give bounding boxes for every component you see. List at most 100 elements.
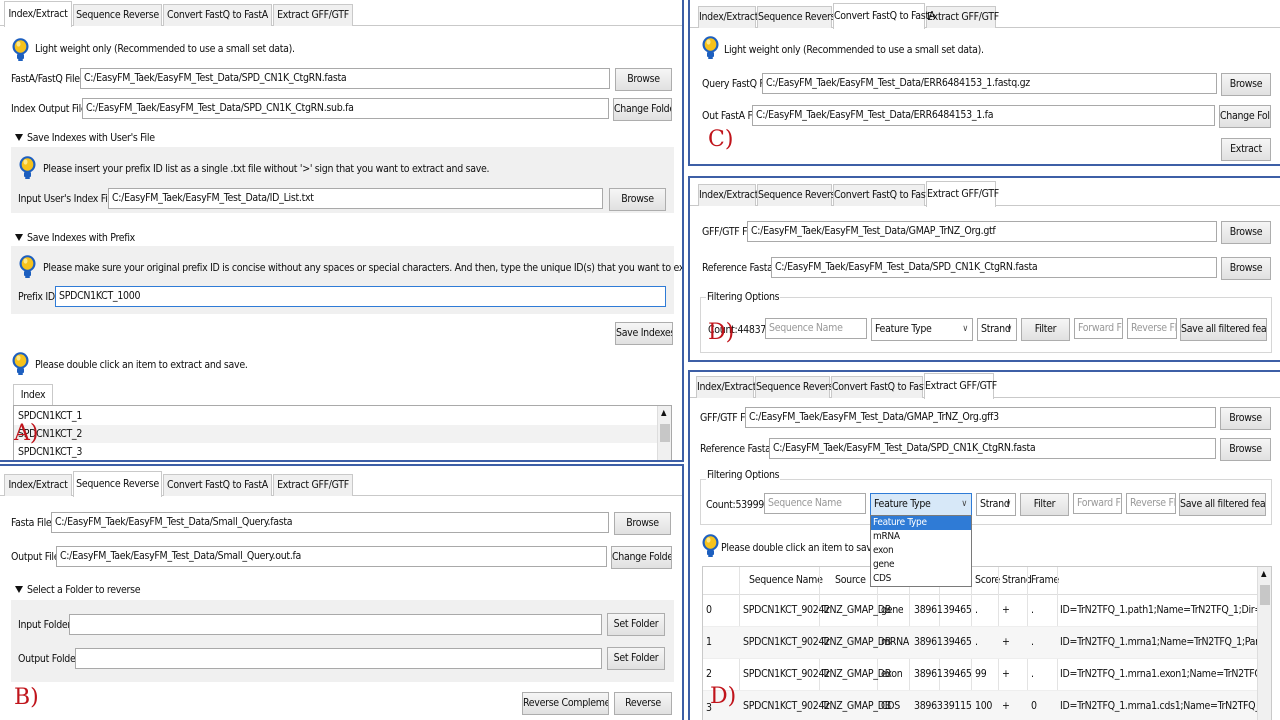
- list-item[interactable]: SPDCN1KCT_2: [14, 425, 657, 443]
- output-field[interactable]: C:/EasyFM_Taek/EasyFM_Test_Data/SPD_CN1K…: [82, 98, 609, 119]
- save-all-button[interactable]: Save all filtered features: [1179, 493, 1266, 516]
- column-header[interactable]: Score: [975, 574, 1000, 586]
- query-field[interactable]: C:/EasyFM_Taek/EasyFM_Test_Data/ERR64841…: [762, 73, 1217, 94]
- sequence-name-input[interactable]: Sequence Name: [764, 493, 866, 514]
- collapse-arrow-icon[interactable]: [15, 234, 23, 241]
- dropdown-option[interactable]: CDS: [871, 572, 971, 586]
- user-index-field[interactable]: C:/EasyFM_Taek/EasyFM_Test_Data/ID_List.…: [108, 188, 603, 209]
- dropdown-option[interactable]: mRNA: [871, 530, 971, 544]
- tab-sequence-reverse[interactable]: Sequence Reverse: [73, 471, 162, 497]
- filter-button[interactable]: Filter: [1021, 318, 1070, 341]
- dropdown-option[interactable]: Feature Type: [871, 516, 971, 530]
- prefix-label: Prefix ID: [18, 291, 55, 303]
- filter-button[interactable]: Filter: [1020, 493, 1069, 516]
- index-list[interactable]: SPDCN1KCT_1 SPDCN1KCT_2 SPDCN1KCT_3 ▲: [13, 405, 672, 460]
- cell-start: 38963: [914, 700, 943, 712]
- gff-field[interactable]: C:/EasyFM_Taek/EasyFM_Test_Data/GMAP_TrN…: [745, 407, 1216, 428]
- feature-type-dropdown[interactable]: Feature Type mRNA exon gene CDS: [870, 515, 972, 587]
- change-folder-button[interactable]: Change Folder: [611, 546, 672, 569]
- scrollbar[interactable]: ▲: [657, 406, 671, 460]
- output-field[interactable]: C:/EasyFM_Taek/EasyFM_Test_Data/Small_Qu…: [56, 546, 607, 567]
- table-row[interactable]: 1 SPDCN1KCT_90242 TrNZ_GMAP_DB mRNA 3896…: [703, 627, 1258, 659]
- fasta-field[interactable]: C:/EasyFM_Taek/EasyFM_Test_Data/Small_Qu…: [51, 512, 609, 533]
- tab-extract-gff[interactable]: Extract GFF/GTF: [926, 181, 999, 207]
- collapse-arrow-icon[interactable]: [15, 134, 23, 141]
- column-header[interactable]: Sequence Name: [749, 574, 823, 586]
- column-header[interactable]: Frame: [1031, 574, 1059, 586]
- strand-select[interactable]: Strand ∨: [976, 493, 1016, 516]
- change-folder-button[interactable]: Change Folder: [1219, 105, 1271, 128]
- tab-convert-fastq[interactable]: Convert FastQ to FastA: [163, 474, 272, 496]
- tab-convert-fastq[interactable]: Convert FastQ to FastA: [831, 376, 933, 398]
- dropdown-option[interactable]: exon: [871, 544, 971, 558]
- gff-field[interactable]: C:/EasyFM_Taek/EasyFM_Test_Data/GMAP_TrN…: [747, 221, 1217, 242]
- browse-button[interactable]: Browse: [1221, 221, 1271, 244]
- dropdown-option[interactable]: gene: [871, 558, 971, 572]
- tab-extract-gff[interactable]: Extract GFF/GTF: [924, 373, 997, 399]
- forward-flank-input[interactable]: Forward Fl...: [1073, 493, 1122, 514]
- feature-type-select[interactable]: Feature Type ∨: [871, 318, 973, 341]
- table-header: Sequence Name Source Score Strand Frame: [703, 567, 1271, 720]
- table-row[interactable]: 0 SPDCN1KCT_90242 TrNZ_GMAP_DB gene 3896…: [703, 595, 1258, 627]
- tab-bar: Index/Extract Sequence Reverse Convert F…: [0, 0, 682, 27]
- browse-button[interactable]: Browse: [609, 188, 666, 211]
- tab-index-extract[interactable]: Index/Extract: [4, 474, 72, 496]
- browse-button[interactable]: Browse: [615, 68, 672, 91]
- forward-flank-input[interactable]: Forward Fl...: [1074, 318, 1123, 339]
- reference-field[interactable]: C:/EasyFM_Taek/EasyFM_Test_Data/SPD_CN1K…: [771, 257, 1217, 278]
- list-item[interactable]: SPDCN1KCT_3: [14, 443, 657, 460]
- reverse-button[interactable]: Reverse: [614, 692, 672, 715]
- change-folder-button[interactable]: Change Folder: [613, 98, 672, 121]
- feature-table[interactable]: Sequence Name Source Score Strand Frame …: [702, 566, 1272, 720]
- reverse-complement-button[interactable]: Reverse Complement: [522, 692, 609, 715]
- table-row[interactable]: 3 SPDCN1KCT_90242 TrNZ_GMAP_DB CDS 38963…: [703, 691, 1258, 720]
- scrollbar[interactable]: ▲: [1257, 567, 1271, 720]
- tab-sequence-reverse[interactable]: Sequence Reverse: [755, 376, 839, 398]
- tab-index-extract[interactable]: Index/Extract: [4, 1, 72, 27]
- lightbulb-icon: [12, 38, 29, 62]
- tab-sequence-reverse[interactable]: Sequence Reverse: [757, 6, 841, 28]
- tab-convert-fastq[interactable]: Convert FastQ to FastA: [833, 184, 935, 206]
- tab-extract-gff[interactable]: Extract GFF/GTF: [926, 6, 999, 28]
- feature-type-select[interactable]: Feature Type ∨: [870, 493, 972, 516]
- input-folder-field[interactable]: [69, 614, 602, 635]
- tab-extract-gff[interactable]: Extract GFF/GTF: [273, 474, 353, 496]
- tab-index-extract[interactable]: Index/Extract: [698, 184, 758, 206]
- reverse-flank-input[interactable]: Reverse Fla...: [1126, 493, 1176, 514]
- tab-sequence-reverse[interactable]: Sequence Reverse: [73, 4, 162, 26]
- output-field[interactable]: C:/EasyFM_Taek/EasyFM_Test_Data/ERR64841…: [752, 105, 1215, 126]
- extract-button[interactable]: Extract: [1221, 138, 1271, 161]
- browse-button[interactable]: Browse: [614, 512, 671, 535]
- tab-extract-gff[interactable]: Extract GFF/GTF: [273, 4, 353, 26]
- strand-select[interactable]: Strand ∨: [977, 318, 1017, 341]
- scroll-thumb[interactable]: [660, 424, 670, 442]
- reverse-flank-input[interactable]: Reverse Fla...: [1127, 318, 1177, 339]
- scroll-thumb[interactable]: [1260, 585, 1270, 605]
- save-indexes-button[interactable]: Save Indexes: [615, 322, 673, 345]
- table-row[interactable]: 2 SPDCN1KCT_90242 TrNZ_GMAP_DB exon 3896…: [703, 659, 1258, 691]
- browse-button[interactable]: Browse: [1220, 407, 1271, 430]
- tab-convert-fastq[interactable]: Convert FastQ to FastA: [163, 4, 272, 26]
- scroll-up-icon[interactable]: ▲: [1261, 569, 1267, 578]
- tab-index-extract[interactable]: Index/Extract: [698, 6, 758, 28]
- tab-index-extract[interactable]: Index/Extract: [696, 376, 756, 398]
- set-folder-button[interactable]: Set Folder: [607, 613, 665, 636]
- list-header-tab: Index: [13, 384, 53, 406]
- tab-convert-fastq[interactable]: Convert FastQ to FastA: [833, 3, 935, 29]
- browse-button[interactable]: Browse: [1221, 257, 1271, 280]
- folder-group: Input Folder Set Folder Output Folder Se…: [11, 600, 674, 682]
- list-item[interactable]: SPDCN1KCT_1: [14, 407, 657, 425]
- save-all-button[interactable]: Save all filtered features: [1180, 318, 1267, 341]
- scroll-up-icon[interactable]: ▲: [661, 408, 667, 417]
- output-folder-field[interactable]: [75, 648, 602, 669]
- collapse-arrow-icon[interactable]: [15, 586, 23, 593]
- column-header[interactable]: Source: [835, 574, 866, 586]
- browse-button[interactable]: Browse: [1221, 73, 1271, 96]
- reference-field[interactable]: C:/EasyFM_Taek/EasyFM_Test_Data/SPD_CN1K…: [769, 438, 1216, 459]
- prefix-input[interactable]: SPDCN1KCT_1000: [55, 286, 666, 307]
- browse-button[interactable]: Browse: [1220, 438, 1271, 461]
- set-folder-button[interactable]: Set Folder: [607, 647, 665, 670]
- tab-sequence-reverse[interactable]: Sequence Reverse: [757, 184, 841, 206]
- fasta-field[interactable]: C:/EasyFM_Taek/EasyFM_Test_Data/SPD_CN1K…: [80, 68, 610, 89]
- sequence-name-input[interactable]: Sequence Name: [765, 318, 867, 339]
